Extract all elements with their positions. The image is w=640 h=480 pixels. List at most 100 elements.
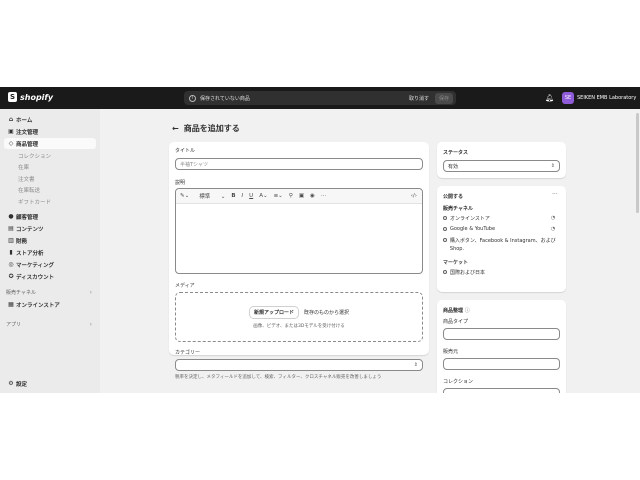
sidebar-item-products[interactable]: ◇ 商品管理 bbox=[4, 138, 96, 149]
title-placeholder: 半袖Tシャツ bbox=[180, 161, 209, 168]
sidebar-item-label: ディスカウント bbox=[16, 274, 55, 281]
sidebar-item-orders[interactable]: ▣ 注文管理 bbox=[4, 126, 96, 137]
align-icon[interactable]: ≡⌄ bbox=[274, 193, 283, 199]
channel-label: オンラインストア bbox=[450, 216, 490, 222]
sidebar-item-label: 在庫 bbox=[18, 164, 30, 171]
description-editor[interactable]: ✎⌄ 標準 ⌄ B I U A⌄ ≡⌄ ⚲ ▣ ◉ ··· ‹/› bbox=[175, 188, 423, 274]
chevron-right-icon: › bbox=[89, 321, 92, 328]
sidebar-item-label: 注文書 bbox=[18, 176, 35, 183]
page-title: 商品を追加する bbox=[183, 124, 240, 133]
sidebar-item-purchase-orders[interactable]: 注文書 bbox=[4, 173, 96, 184]
organization-heading: 商品整理 ⓘ bbox=[443, 307, 470, 314]
sidebar-section-apps[interactable]: アプリ › bbox=[4, 319, 96, 330]
sidebar-item-settings[interactable]: ⚙ 設定 bbox=[4, 378, 96, 389]
organization-heading-text: 商品整理 bbox=[443, 308, 464, 314]
person-icon: ● bbox=[8, 213, 14, 220]
sidebar-item-label: オンラインストア bbox=[16, 302, 60, 309]
sidebar-item-label: ストア分析 bbox=[16, 250, 44, 257]
collection-input[interactable] bbox=[443, 388, 560, 393]
circle-icon bbox=[443, 227, 447, 231]
bell-icon[interactable]: 🔔︎ bbox=[545, 94, 554, 102]
avatar[interactable]: SE bbox=[562, 92, 574, 104]
italic-icon[interactable]: I bbox=[242, 193, 244, 199]
select-arrows-icon: ⇕ bbox=[413, 362, 418, 368]
more-icon[interactable]: ··· bbox=[321, 193, 326, 199]
channel-label: 購入ボタン、Facebook & Instagram、およびShop. bbox=[449, 238, 556, 252]
upload-new-button[interactable]: 新規アップロード bbox=[250, 307, 299, 318]
status-value: 有効 bbox=[448, 163, 459, 170]
market-item: 国際および日本 bbox=[443, 269, 485, 276]
status-heading: ステータス bbox=[443, 150, 469, 156]
select-existing-button[interactable]: 既存のものから選択 bbox=[300, 307, 353, 318]
sidebar-item-marketing[interactable]: ◎ マーケティング bbox=[4, 259, 96, 270]
app-frame: S shopify i 保存されていない商品 取り消す 保存 🔔︎ SE SEI… bbox=[0, 87, 640, 393]
sidebar-item-content[interactable]: ▤ コンテンツ bbox=[4, 223, 96, 234]
info-icon: i bbox=[189, 94, 196, 102]
sidebar-item-analytics[interactable]: ▮ ストア分析 bbox=[4, 247, 96, 258]
text-color-icon[interactable]: A⌄ bbox=[259, 193, 267, 199]
scrollbar[interactable] bbox=[636, 113, 639, 213]
save-button[interactable]: 保存 bbox=[434, 92, 453, 104]
sidebar-item-customers[interactable]: ● 顧客管理 bbox=[4, 211, 96, 222]
inbox-icon: ▣ bbox=[8, 128, 14, 135]
sidebar-item-label: コレクション bbox=[18, 153, 52, 160]
title-input[interactable]: 半袖Tシャツ bbox=[175, 158, 423, 170]
channel-label: Google & YouTube bbox=[450, 226, 496, 232]
product-type-label: 商品タイプ bbox=[443, 319, 469, 325]
sidebar-item-discounts[interactable]: ✪ ディスカウント bbox=[4, 271, 96, 282]
chart-icon: ▮ bbox=[9, 249, 13, 256]
page-header: ← 商品を追加する bbox=[172, 123, 240, 134]
text-style-dropdown[interactable]: 標準 ⌄ bbox=[199, 192, 225, 200]
category-hint: 税率を決定し、メタフィールドを追加して、検索、フィルター、クロスチャネル販売を改… bbox=[175, 375, 382, 380]
image-icon[interactable]: ▣ bbox=[299, 193, 304, 199]
media-dropzone[interactable]: 新規アップロード 既存のものから選択 画像、ビデオ、または3Dモデルを受け付ける bbox=[175, 292, 423, 342]
sidebar-section-sales-channels[interactable]: 販売チャネル › bbox=[4, 287, 96, 298]
description-label: 説明 bbox=[175, 180, 186, 186]
info-icon[interactable]: ⓘ bbox=[465, 308, 470, 314]
top-bar: S shopify i 保存されていない商品 取り消す 保存 🔔︎ SE SEI… bbox=[0, 87, 640, 109]
shopify-logo[interactable]: S shopify bbox=[8, 92, 53, 102]
category-select[interactable]: ⇕ bbox=[175, 359, 423, 371]
discard-button[interactable]: 取り消す bbox=[406, 94, 432, 103]
vendor-input[interactable] bbox=[443, 358, 560, 370]
sidebar-item-home[interactable]: ⌂ ホーム bbox=[4, 114, 96, 125]
schedule-icon[interactable]: ◔ bbox=[551, 215, 555, 221]
sidebar-item-transfers[interactable]: 在庫転送 bbox=[4, 184, 96, 195]
ai-sparkle-icon[interactable]: ✎⌄ bbox=[180, 193, 189, 199]
schedule-icon[interactable]: ◔ bbox=[551, 226, 555, 232]
code-icon[interactable]: ‹/› bbox=[411, 193, 417, 199]
sidebar-item-label: ホーム bbox=[16, 117, 33, 124]
status-select[interactable]: 有効 ⇕ bbox=[443, 160, 560, 172]
logo-text: shopify bbox=[20, 92, 54, 102]
media-label: メディア bbox=[175, 283, 195, 289]
bold-icon[interactable]: B bbox=[231, 193, 235, 199]
video-icon[interactable]: ◉ bbox=[310, 193, 315, 199]
vendor-label: 販売元 bbox=[443, 349, 459, 355]
more-options-icon[interactable]: ··· bbox=[552, 191, 558, 198]
back-arrow-icon[interactable]: ← bbox=[172, 124, 179, 133]
sidebar-section-label: アプリ bbox=[6, 322, 22, 328]
sidebar-item-label: ギフトカード bbox=[18, 199, 52, 206]
sidebar-item-finance[interactable]: ▥ 財務 bbox=[4, 235, 96, 246]
channel-item: オンラインストア bbox=[443, 215, 490, 222]
collection-label: コレクション bbox=[443, 379, 474, 385]
category-label: カテゴリー bbox=[175, 350, 201, 356]
product-type-input[interactable] bbox=[443, 328, 560, 340]
title-label: タイトル bbox=[175, 148, 196, 154]
store-name[interactable]: SEIKEN EMB Laboratory bbox=[577, 95, 636, 101]
sidebar-item-collections[interactable]: コレクション bbox=[4, 150, 96, 161]
gear-icon: ⚙ bbox=[8, 380, 14, 387]
sidebar-item-online-store[interactable]: ▦ オンラインストア bbox=[4, 299, 96, 310]
tag-icon: ◇ bbox=[8, 140, 14, 147]
underline-icon[interactable]: U bbox=[249, 193, 253, 199]
market-label: 国際および日本 bbox=[450, 270, 486, 276]
sidebar-item-label: コンテンツ bbox=[16, 226, 44, 233]
circle-icon bbox=[443, 238, 447, 242]
sidebar-item-label: 注文管理 bbox=[16, 129, 39, 136]
store-icon: ▦ bbox=[8, 301, 14, 308]
sidebar-item-label: 在庫転送 bbox=[18, 187, 41, 194]
sidebar-item-inventory[interactable]: 在庫 bbox=[4, 161, 96, 172]
link-icon[interactable]: ⚲ bbox=[289, 193, 293, 199]
sales-channels-heading: 販売チャネル bbox=[443, 206, 473, 212]
sidebar-item-gift-cards[interactable]: ギフトカード bbox=[4, 196, 96, 207]
